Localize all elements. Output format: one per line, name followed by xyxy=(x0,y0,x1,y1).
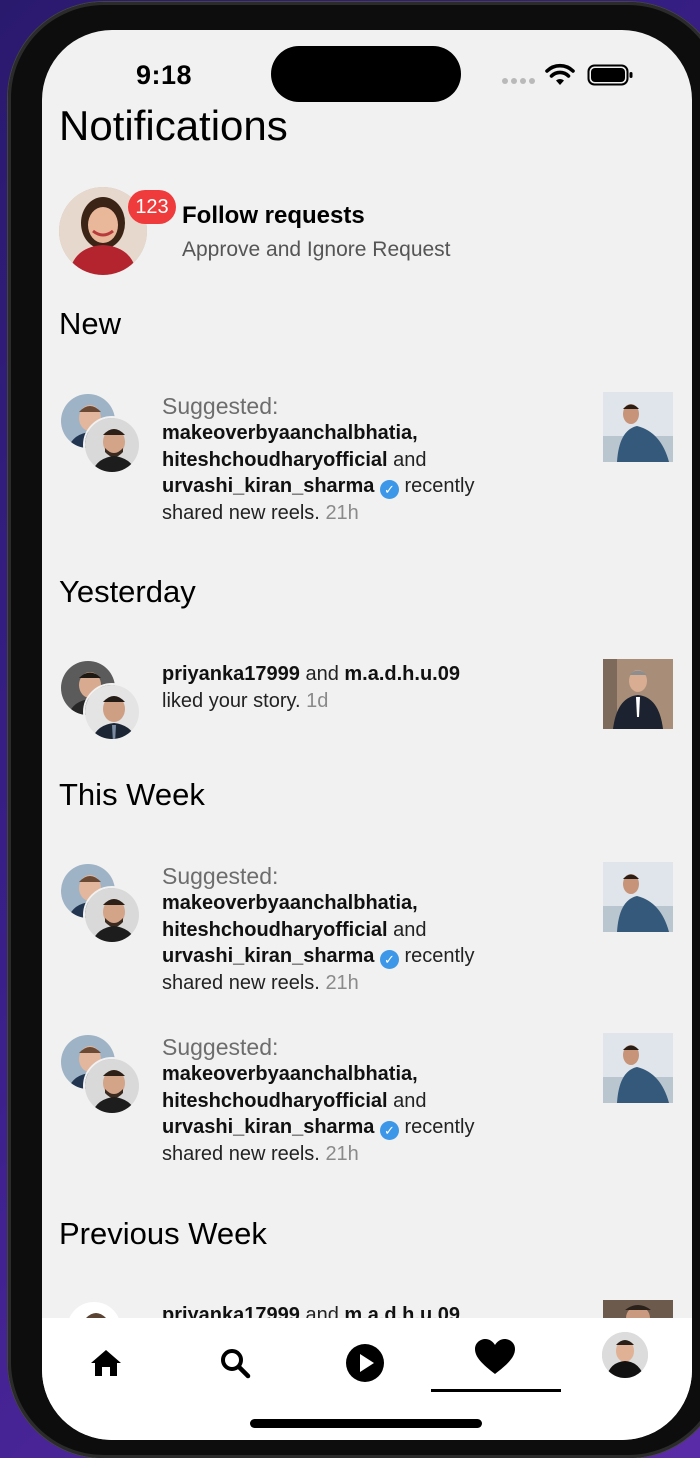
reels-play-icon[interactable] xyxy=(340,1338,390,1388)
conjunction-text: and xyxy=(393,448,427,471)
notification-time: 21h xyxy=(325,1142,359,1165)
home-indicator xyxy=(250,1419,482,1428)
page-title: Notifications xyxy=(59,102,288,149)
avatar-stack[interactable] xyxy=(59,862,143,946)
username-link[interactable]: makeoverbyaanchalbhatia, xyxy=(162,1063,418,1085)
search-icon[interactable] xyxy=(210,1338,260,1388)
cellular-signal-icon xyxy=(502,78,535,84)
username-link[interactable]: hiteshchoudharyofficial xyxy=(162,919,388,941)
section-header-yesterday: Yesterday xyxy=(59,574,196,609)
username-link[interactable]: makeoverbyaanchalbhatia, xyxy=(162,892,418,914)
conjunction-text: and xyxy=(393,918,427,941)
bottom-tab-bar xyxy=(42,1318,692,1440)
active-tab-indicator xyxy=(431,1389,561,1392)
section-header-previous-week: Previous Week xyxy=(59,1216,267,1251)
avatar xyxy=(83,683,141,741)
username-link[interactable]: hiteshchoudharyofficial xyxy=(162,449,388,471)
avatar-stack[interactable] xyxy=(59,1033,143,1117)
follow-requests-badge: 123 xyxy=(128,190,176,224)
section-header-new: New xyxy=(59,306,122,341)
reel-thumbnail[interactable] xyxy=(603,392,673,462)
suggested-label: Suggested: xyxy=(162,393,279,419)
conjunction-text: and xyxy=(305,663,339,685)
username-link[interactable]: hiteshchoudharyofficial xyxy=(162,1090,388,1112)
reel-thumbnail[interactable] xyxy=(603,862,673,932)
notification-text: Suggested: makeoverbyaanchalbhatia, hite… xyxy=(162,862,542,996)
heart-icon[interactable] xyxy=(470,1332,520,1382)
home-icon[interactable] xyxy=(81,1338,131,1388)
story-thumbnail[interactable] xyxy=(603,659,673,729)
notification-text: priyanka17999 and m.a.d.h.u.09 liked you… xyxy=(162,661,542,714)
battery-icon xyxy=(587,64,633,86)
suggested-label: Suggested: xyxy=(162,1034,279,1060)
phone-frame: 9:18 Notifications 123 Follow requests A… xyxy=(8,2,700,1458)
conjunction-text: and xyxy=(393,1089,427,1112)
notification-text: Suggested: makeoverbyaanchalbhatia, hite… xyxy=(162,1033,542,1167)
avatar xyxy=(83,416,141,474)
avatar-stack[interactable] xyxy=(59,659,143,743)
notification-action-text: shared new reels. xyxy=(162,1142,320,1165)
username-link[interactable]: m.a.d.h.u.09 xyxy=(344,663,460,685)
notification-time: 21h xyxy=(325,501,359,524)
notification-text-fragment: recently xyxy=(404,1116,475,1138)
notification-text-fragment: recently xyxy=(404,945,475,967)
reel-thumbnail[interactable] xyxy=(603,1033,673,1103)
notification-text: Suggested: makeoverbyaanchalbhatia, hite… xyxy=(162,392,542,526)
verified-check-icon: ✓ xyxy=(379,480,399,499)
verified-check-icon: ✓ xyxy=(379,1121,399,1140)
screen: 9:18 Notifications 123 Follow requests A… xyxy=(42,30,692,1440)
verified-check-icon: ✓ xyxy=(379,950,399,969)
suggested-label: Suggested: xyxy=(162,863,279,889)
username-link[interactable]: makeoverbyaanchalbhatia, xyxy=(162,422,418,444)
status-time: 9:18 xyxy=(136,60,193,90)
avatar xyxy=(83,1057,141,1115)
notification-action-text: shared new reels. xyxy=(162,971,320,994)
dynamic-island xyxy=(271,46,461,102)
notification-action-text: liked your story. xyxy=(162,689,301,712)
notification-action-text: shared new reels. xyxy=(162,501,320,524)
username-link[interactable]: urvashi_kiran_sharma xyxy=(162,475,374,497)
notification-time: 21h xyxy=(325,971,359,994)
notification-time: 1d xyxy=(306,689,329,712)
follow-requests-title[interactable]: Follow requests xyxy=(182,202,365,230)
section-header-this-week: This Week xyxy=(59,777,205,812)
avatar-stack[interactable] xyxy=(59,392,143,476)
wifi-icon xyxy=(545,63,575,85)
username-link[interactable]: priyanka17999 xyxy=(162,663,300,685)
profile-avatar[interactable] xyxy=(600,1330,650,1380)
username-link[interactable]: urvashi_kiran_sharma xyxy=(162,1116,374,1138)
username-link[interactable]: urvashi_kiran_sharma xyxy=(162,945,374,967)
follow-requests-subtitle: Approve and Ignore Request xyxy=(182,238,451,261)
avatar xyxy=(83,886,141,944)
notification-text-fragment: recently xyxy=(404,475,475,497)
